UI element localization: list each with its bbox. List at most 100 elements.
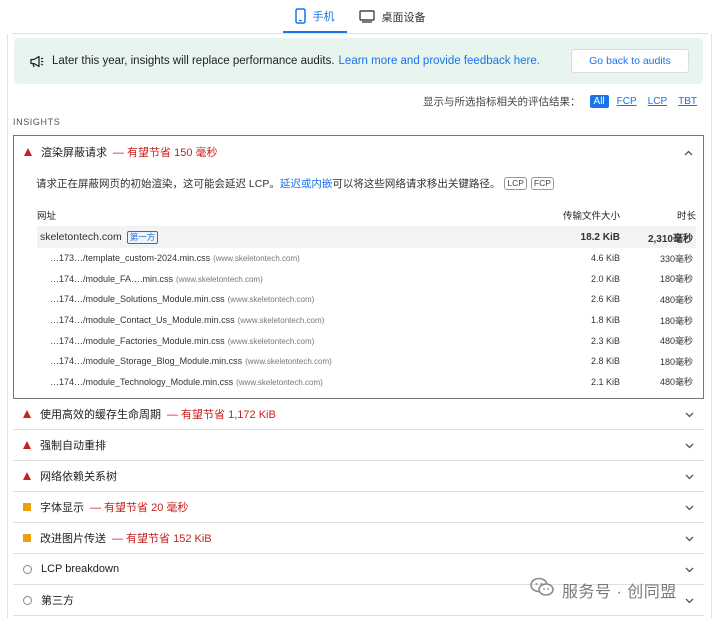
resource-host: (www.skeletontech.com): [176, 274, 263, 284]
chevron-down-icon[interactable]: [685, 440, 694, 452]
audit-savings: — 有望节省 1,172 KiB: [167, 409, 276, 421]
size-cell: 2.8 KiB: [590, 356, 620, 367]
chevron-down-icon[interactable]: [685, 471, 694, 483]
filter-chip-all[interactable]: All: [589, 95, 609, 108]
audit-item[interactable]: 改进图片传送 — 有望节省 152 KiB: [13, 523, 704, 554]
audit-header[interactable]: 渲染屏蔽请求 — 有望节省 150 毫秒: [14, 136, 703, 168]
metric-badge-lcp: LCP: [504, 177, 527, 190]
tab-desktop[interactable]: 桌面设备: [347, 0, 438, 33]
resource-host: (www.skeletontech.com): [227, 336, 315, 346]
megaphone-icon: [30, 55, 44, 68]
audit-title: 使用高效的缓存生命周期: [40, 409, 161, 421]
chevron-down-icon[interactable]: [685, 595, 694, 607]
chevron-down-icon[interactable]: [685, 564, 694, 576]
group-size: 18.2 KiB: [580, 231, 620, 243]
filter-label: 显示与所选指标相关的评估结果：: [423, 96, 581, 108]
audit-item[interactable]: 字体显示 — 有望节省 20 毫秒: [13, 492, 704, 523]
table-row: …174…/module_Factories_Module.min.css (ww…: [37, 330, 696, 351]
duration-cell: 480毫秒: [659, 294, 693, 305]
table-row: …174…/module_Technology_Module.min.css (w…: [37, 372, 696, 393]
url-cell: …174…/module_Factories_Module.min.css (ww…: [37, 336, 520, 346]
table-row-group: skeletontech.com 第一方 18.2 KiB 2,310毫秒: [37, 226, 696, 248]
resource-url[interactable]: …174…/module_Technology_Module.min.css: [50, 377, 233, 387]
chevron-up-icon[interactable]: [684, 147, 693, 159]
chevron-down-icon[interactable]: [685, 502, 694, 514]
audit-item[interactable]: 网络依赖关系树: [13, 461, 704, 492]
device-tabs: 手机 桌面设备: [0, 0, 720, 34]
audit-title: 改进图片传送: [40, 533, 106, 545]
tab-mobile-label: 手机: [312, 10, 335, 23]
fail-triangle-icon: [24, 148, 32, 156]
metric-badge-fcp: FCP: [530, 177, 554, 190]
notice-text: Later this year, insights will replace p…: [52, 55, 335, 67]
duration-cell: 180毫秒: [659, 274, 693, 285]
audit-savings: — 有望节省 150 毫秒: [113, 147, 218, 159]
table-body: …173…/template_custom-2024.min.css (www.s…: [37, 248, 696, 392]
table-header: 网址 传输文件大小 时长: [37, 206, 696, 224]
chevron-down-icon[interactable]: [685, 533, 694, 545]
resource-url[interactable]: …174…/module_FA….min.css: [50, 274, 173, 284]
size-cell: 2.3 KiB: [590, 335, 620, 346]
column-url: 网址: [37, 211, 57, 222]
section-heading-insights: INSIGHTS: [13, 117, 61, 127]
average-square-icon: [23, 503, 31, 511]
resource-host: (www.skeletontech.com): [213, 254, 300, 264]
table-row: …174…/module_Contact_Us_Module.min.css (w…: [37, 310, 696, 331]
duration-cell: 180毫秒: [659, 356, 693, 367]
audit-description: 请求正在屏蔽网页的初始渲染，这可能会延迟 LCP。 延迟或内嵌 可以将这些网络请…: [14, 168, 703, 191]
fail-triangle-icon: [23, 441, 31, 449]
audit-render-blocking-expanded: 渲染屏蔽请求 — 有望节省 150 毫秒 请求正在屏蔽网页的初始渲染，这可能会延…: [13, 135, 704, 399]
size-cell: 1.8 KiB: [590, 315, 620, 326]
audit-title: 渲染屏蔽请求: [41, 147, 107, 159]
table-row: …174…/module_Storage_Blog_Module.min.css…: [37, 351, 696, 372]
filter-chip-lcp[interactable]: LCP: [645, 95, 670, 108]
size-cell: 2.6 KiB: [590, 294, 620, 305]
group-domain: skeletontech.com: [40, 230, 122, 243]
insights-notice-banner: Later this year, insights will replace p…: [14, 38, 703, 84]
metric-filter: 显示与所选指标相关的评估结果： All FCP LCP TBT: [423, 94, 700, 109]
resource-url[interactable]: …173…/template_custom-2024.min.css: [50, 253, 210, 263]
duration-cell: 180毫秒: [659, 315, 693, 326]
audit-savings: — 有望节省 20 毫秒: [90, 502, 189, 514]
description-text-2: 可以将这些网络请求移出关键路径。: [332, 178, 501, 190]
size-cell: 4.6 KiB: [590, 253, 620, 264]
resource-url[interactable]: …174…/module_Factories_Module.min.css: [50, 336, 225, 346]
resource-url[interactable]: …174…/module_Solutions_Module.min.css: [50, 294, 225, 304]
average-square-icon: [23, 534, 31, 542]
fail-triangle-icon: [23, 410, 31, 418]
fail-triangle-icon: [23, 472, 31, 480]
info-circle-icon: [23, 564, 32, 574]
panel-border-left: [7, 34, 8, 618]
render-blocking-table: 网址 传输文件大小 时长 skeletontech.com 第一方 18.2 Ki…: [37, 206, 696, 392]
resource-url[interactable]: …174…/module_Contact_Us_Module.min.css: [50, 315, 235, 325]
audit-title: 字体显示: [40, 502, 84, 514]
resource-host: (www.skeletontech.com): [237, 316, 325, 326]
url-cell: …174…/module_FA….min.css (www.skeletontec…: [37, 274, 520, 284]
audit-item[interactable]: 使用高效的缓存生命周期 — 有望节省 1,172 KiB: [13, 399, 704, 430]
resource-host: (www.skeletontech.com): [245, 357, 332, 367]
resource-url[interactable]: …174…/module_Storage_Blog_Module.min.css: [50, 356, 242, 366]
watermark-text: 服务号 · 创同盟: [562, 583, 677, 601]
defer-inline-link[interactable]: 延迟或内嵌: [280, 176, 333, 191]
audit-title: 强制自动重排: [40, 440, 106, 452]
chevron-down-icon[interactable]: [685, 409, 694, 421]
go-back-to-audits-button[interactable]: Go back to audits: [571, 49, 689, 73]
duration-cell: 480毫秒: [659, 336, 693, 347]
tab-mobile[interactable]: 手机: [282, 0, 347, 33]
audit-item[interactable]: 强制自动重排: [13, 430, 704, 461]
desktop-icon: [358, 10, 375, 23]
table-row: …174…/module_Solutions_Module.min.css (ww…: [37, 289, 696, 310]
duration-cell: 480毫秒: [659, 377, 693, 388]
column-duration: 时长: [676, 211, 696, 222]
size-cell: 2.0 KiB: [590, 273, 620, 284]
size-cell: 2.1 KiB: [590, 376, 620, 387]
column-transfer-size: 传输文件大小: [562, 211, 620, 222]
group-duration: 2,310毫秒: [647, 233, 693, 245]
url-cell: …174…/module_Technology_Module.min.css (w…: [37, 377, 520, 387]
notice-feedback-link[interactable]: Learn more and provide feedback here.: [339, 55, 540, 67]
tabs-divider: [12, 33, 708, 34]
filter-chip-tbt[interactable]: TBT: [675, 95, 700, 108]
filter-chip-fcp[interactable]: FCP: [614, 95, 640, 108]
table-row: …173…/template_custom-2024.min.css (www.s…: [37, 248, 696, 269]
phone-icon: [294, 7, 306, 24]
